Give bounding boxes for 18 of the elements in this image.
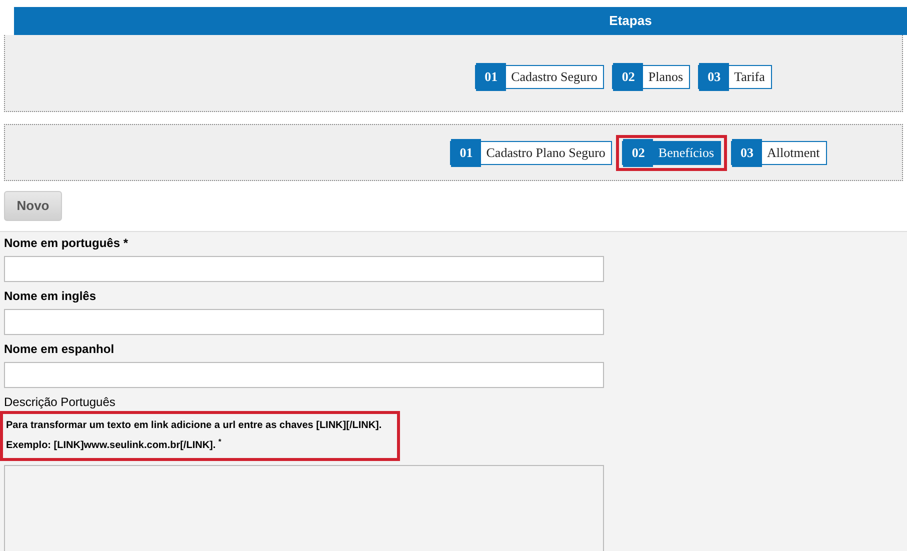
- hint-text: Exemplo: [LINK]www.seulink.com.br[/LINK]. $^{*}$: [6, 436, 222, 453]
- step-tab[interactable]: 02 Planos: [612, 65, 690, 89]
- new-button[interactable]: Novo: [4, 191, 62, 221]
- text-field[interactable]: [4, 362, 604, 388]
- field-label: Nome em português *: [4, 235, 130, 252]
- field-label: Descrição Português: [4, 394, 116, 411]
- text-field[interactable]: [4, 309, 604, 335]
- step-tab[interactable]: 03 Allotment: [731, 140, 827, 164]
- step-tab[interactable]: 01 Cadastro Plano Seguro: [450, 140, 612, 164]
- text-area[interactable]: [4, 465, 604, 551]
- step-tab[interactable]: 03 Tarifa: [698, 65, 772, 89]
- text-field[interactable]: [4, 256, 604, 282]
- field-label: Nome em inglês: [4, 288, 98, 305]
- step-tab[interactable]: 01 Cadastro Seguro: [475, 65, 604, 89]
- header-title: Etapas: [609, 12, 652, 30]
- hint-text: Para transformar um texto em link adicione a url entre as chaves [LINK][/LINK].: [6, 419, 383, 433]
- step-tab[interactable]: 02 Benefícios: [622, 140, 722, 164]
- field-label: Nome em espanhol: [4, 341, 116, 358]
